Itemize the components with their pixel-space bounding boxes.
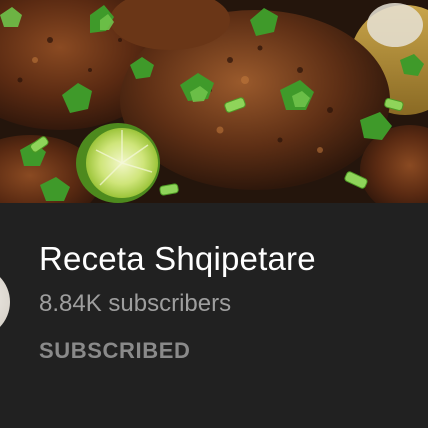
channel-info-section: Receta Shqipetare 8.84K subscribers SUBS… — [0, 203, 428, 428]
channel-avatar[interactable] — [0, 266, 10, 338]
subscriber-count: 8.84K subscribers — [39, 290, 232, 317]
channel-banner-image — [0, 0, 428, 203]
channel-title: Receta Shqipetare — [39, 240, 316, 277]
channel-screen: Receta Shqipetare 8.84K subscribers SUBS… — [0, 0, 428, 428]
subscribed-button[interactable]: SUBSCRIBED — [39, 336, 190, 366]
